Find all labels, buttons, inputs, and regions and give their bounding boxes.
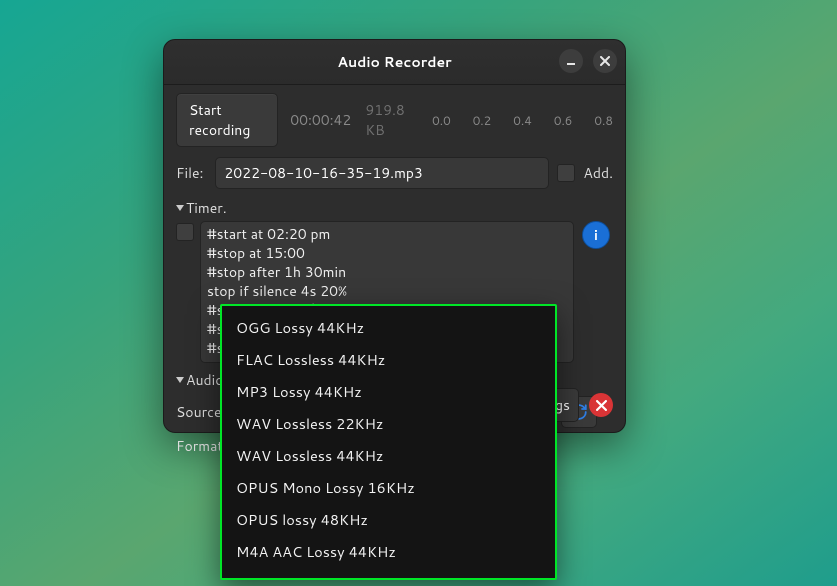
format-option[interactable]: OPUS lossy 48KHz — [222, 504, 555, 536]
desktop-wallpaper: Audio Recorder Start recording 00:00:42 … — [0, 0, 837, 586]
file-name-value: 2022-08-10-16-35-19.mp3 — [224, 163, 422, 183]
tick: 0.2 — [473, 112, 492, 129]
format-option[interactable]: M4A AAC Lossy 44KHz — [222, 536, 555, 568]
tick: 0.8 — [594, 112, 613, 129]
timer-line: #stop after 1h 30min — [207, 263, 567, 282]
format-option[interactable]: MP3 Lossy 44KHz — [222, 376, 555, 408]
audio-header: Audio — [186, 370, 223, 390]
chevron-down-icon — [176, 205, 184, 211]
tick: 0.4 — [513, 112, 532, 129]
quit-button[interactable] — [589, 393, 613, 417]
timer-line: stop if silence 4s 20% — [207, 282, 567, 301]
minimize-icon — [566, 56, 576, 66]
source-label: Source: — [176, 402, 225, 422]
start-recording-button[interactable]: Start recording — [176, 93, 278, 147]
timer-line: #start at 02:20 pm — [207, 225, 567, 244]
file-label: File: — [176, 163, 203, 183]
tick: 0.6 — [554, 112, 573, 129]
timer-info-button[interactable]: i — [582, 221, 610, 249]
chevron-down-icon — [176, 377, 184, 383]
add-label: Add. — [583, 163, 613, 183]
elapsed-time: 00:00:42 — [290, 110, 351, 130]
timer-expander[interactable]: Timer. — [176, 198, 613, 218]
level-ticks: 0.0 0.2 0.4 0.6 0.8 — [432, 112, 613, 129]
timer-enable-checkbox[interactable] — [176, 223, 194, 241]
timer-line: #stop at 15:00 — [207, 244, 567, 263]
titlebar[interactable]: Audio Recorder — [164, 40, 625, 85]
record-row: Start recording 00:00:42 919.8 KB 0.0 0.… — [176, 93, 613, 147]
close-icon — [596, 400, 607, 411]
close-icon — [600, 56, 610, 66]
close-button[interactable] — [593, 49, 617, 73]
settings-label-tail: gs — [555, 395, 570, 415]
file-row: File: 2022-08-10-16-35-19.mp3 Add. — [176, 157, 613, 189]
window-title: Audio Recorder — [337, 52, 451, 72]
info-icon: i — [594, 225, 598, 245]
file-name-input[interactable]: 2022-08-10-16-35-19.mp3 — [215, 157, 549, 189]
tick: 0.0 — [432, 112, 451, 129]
timer-header: Timer. — [186, 198, 227, 218]
minimize-button[interactable] — [559, 49, 583, 73]
format-option[interactable]: OPUS Mono Lossy 16KHz — [222, 472, 555, 504]
format-option[interactable]: FLAC Lossless 44KHz — [222, 344, 555, 376]
format-option[interactable]: OGG Lossy 44KHz — [222, 312, 555, 344]
format-option[interactable]: WAV Lossless 22KHz — [222, 408, 555, 440]
file-size: 919.8 KB — [365, 100, 414, 140]
add-checkbox[interactable] — [557, 164, 575, 182]
format-option[interactable]: WAV Lossless 44KHz — [222, 440, 555, 472]
format-dropdown-popup[interactable]: OGG Lossy 44KHz FLAC Lossless 44KHz MP3 … — [220, 304, 557, 580]
